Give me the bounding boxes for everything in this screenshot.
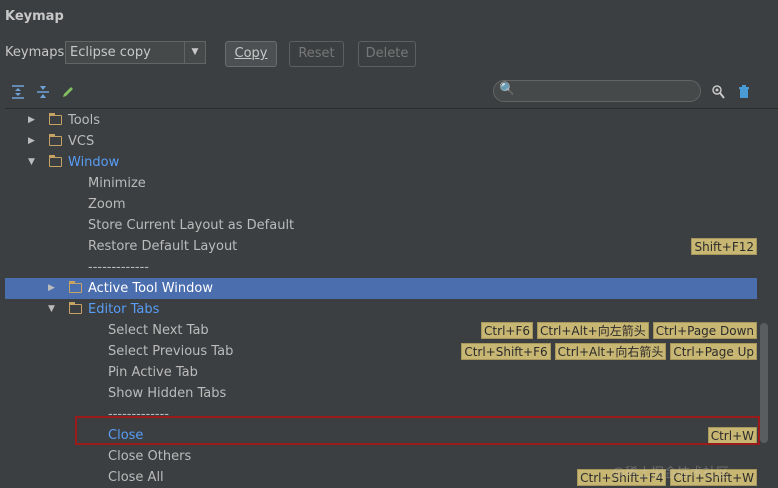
copy-button[interactable]: Copy [225, 41, 277, 67]
tree-row-label: Restore Default Layout [88, 239, 238, 254]
search-box[interactable]: 🔍 [493, 80, 701, 102]
tree-row-label: ------------- [108, 407, 169, 422]
tree-row-label: Editor Tabs [88, 302, 160, 317]
tree-row[interactable]: Close Ctrl+W [5, 425, 757, 446]
tree-row-label: Pin Active Tab [108, 365, 198, 380]
tree-row-label: Select Previous Tab [108, 344, 234, 359]
chevron-down-icon[interactable]: ▼ [28, 152, 35, 173]
tree-row-label: ------------- [88, 260, 149, 275]
tree-row[interactable]: Show Hidden Tabs [5, 383, 757, 404]
folder-icon [49, 113, 62, 125]
folder-icon [69, 281, 82, 293]
delete-button[interactable]: Delete [358, 41, 416, 67]
tree-row-label: Close [108, 428, 144, 443]
tree-row[interactable]: ▶ VCS [5, 131, 757, 152]
tree-row[interactable]: ------------- [5, 404, 757, 425]
tree-row[interactable]: Restore Default Layout Shift+F12 [5, 236, 757, 257]
chevron-down-icon[interactable]: ▼ [184, 42, 205, 63]
tree-row-label: Minimize [88, 176, 146, 191]
keymaps-label: Keymaps: [5, 45, 69, 60]
edit-pencil-icon[interactable] [60, 84, 76, 100]
tree-row[interactable]: Minimize [5, 173, 757, 194]
trash-icon[interactable] [736, 84, 752, 100]
tree-row-label: Tools [68, 113, 101, 128]
tree-row[interactable]: Select Previous Tab Ctrl+Shift+F6 Ctrl+Alt… [5, 341, 757, 362]
shortcut-badge: Ctrl+W [707, 427, 757, 444]
chevron-right-icon[interactable]: ▶ [48, 278, 55, 299]
shortcut-badge: Shift+F12 [691, 238, 757, 255]
shortcut-badge: Ctrl+Alt+向右箭头 [554, 343, 667, 360]
watermark: @稀土掘金技术社区 [612, 466, 730, 481]
shortcut-list: Shift+F12 [691, 238, 757, 255]
tree-row[interactable]: ------------- [5, 257, 757, 278]
tree-row-label: Active Tool Window [88, 281, 213, 296]
shortcut-list: Ctrl+F6 Ctrl+Alt+向左箭头 Ctrl+Page Down [481, 322, 757, 339]
shortcut-list: Ctrl+Shift+F6 Ctrl+Alt+向右箭头 Ctrl+Page Up [461, 343, 757, 360]
reset-button[interactable]: Reset [289, 41, 344, 67]
tree-row[interactable]: ▶ Tools [5, 110, 757, 131]
tree-row-label: Store Current Layout as Default [88, 218, 295, 233]
tree-row-label: VCS [68, 134, 95, 149]
tree-row[interactable]: Pin Active Tab [5, 362, 757, 383]
keymap-select[interactable]: Eclipse copy ▼ [65, 41, 206, 64]
shortcut-badge: Ctrl+F6 [481, 322, 533, 339]
tree-row-label: Close Others [108, 449, 192, 464]
find-shortcut-icon[interactable] [710, 84, 726, 100]
tree-row-label: Zoom [88, 197, 126, 212]
tree-row-label: Window [68, 155, 120, 170]
tree-row-label: Close All [108, 470, 164, 485]
shortcut-badge: Ctrl+Page Down [652, 322, 757, 339]
shortcut-list: Ctrl+W [707, 427, 757, 444]
tree-scrollbar[interactable] [760, 323, 768, 443]
search-input[interactable] [520, 83, 694, 101]
search-icon[interactable]: 🔍 [499, 82, 515, 97]
keymap-title: Keymap [5, 9, 64, 24]
folder-icon [49, 155, 62, 167]
tree-row-label: Show Hidden Tabs [108, 386, 227, 401]
tree-row[interactable]: Select Next Tab Ctrl+F6 Ctrl+Alt+向左箭头 Ctrl+… [5, 320, 757, 341]
collapse-all-icon[interactable] [35, 84, 51, 100]
keymap-select-value: Eclipse copy [70, 45, 151, 60]
keymap-tree[interactable]: ▶ Tools ▶ VCS ▼ Window Minimize Zoom Store Curre… [5, 108, 778, 488]
tree-row[interactable]: ▶ Active Tool Window [5, 278, 757, 299]
folder-icon [49, 134, 62, 146]
shortcut-badge: Ctrl+Page Up [670, 343, 757, 360]
tree-row[interactable]: ▼ Window [5, 152, 757, 173]
expand-all-icon[interactable] [10, 84, 26, 100]
tree-row-label: Select Next Tab [108, 323, 209, 338]
tree-row[interactable]: ▼ Editor Tabs [5, 299, 757, 320]
shortcut-badge: Ctrl+Shift+F6 [461, 343, 551, 360]
shortcut-badge: Ctrl+Alt+向左箭头 [537, 322, 649, 339]
tree-row[interactable]: Store Current Layout as Default [5, 215, 757, 236]
chevron-right-icon[interactable]: ▶ [28, 110, 35, 131]
tree-row[interactable]: Zoom [5, 194, 757, 215]
chevron-right-icon[interactable]: ▶ [28, 131, 35, 152]
chevron-down-icon[interactable]: ▼ [48, 299, 55, 320]
folder-icon [69, 302, 82, 314]
